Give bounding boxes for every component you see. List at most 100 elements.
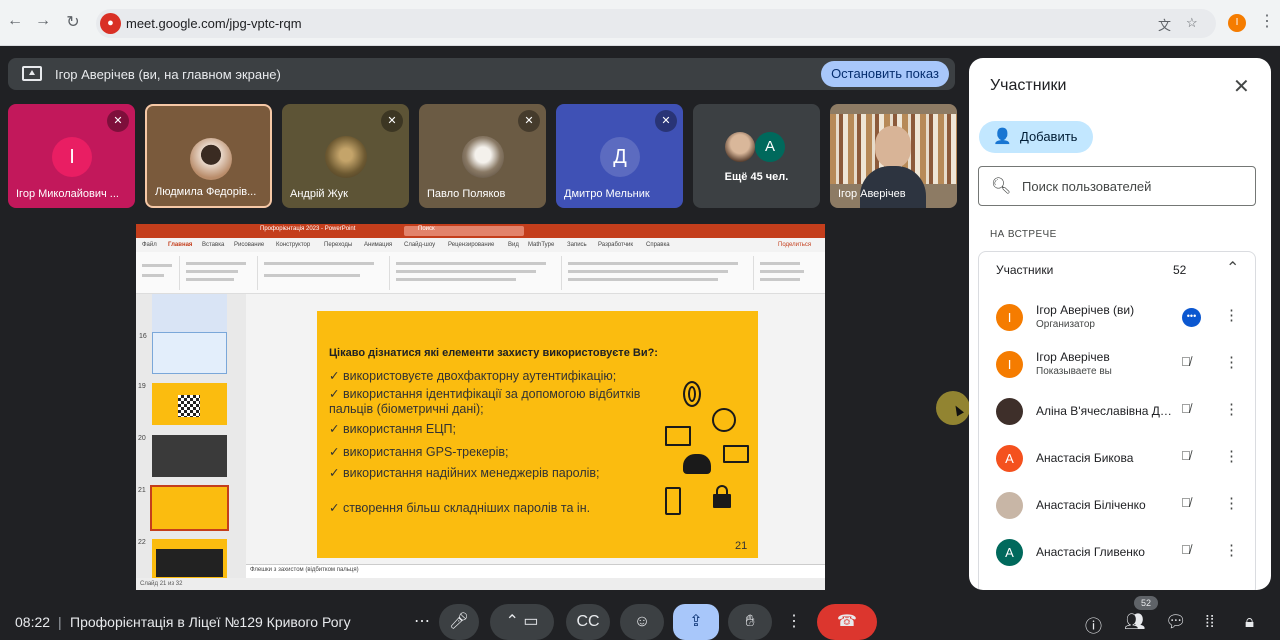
- host-controls-icon[interactable]: 🔒︎: [1245, 612, 1254, 632]
- ppt-tab[interactable]: Файл: [142, 242, 157, 248]
- more-options-icon[interactable]: ⋮: [1224, 400, 1239, 418]
- participant-row[interactable]: Аліна В'ячеславівна Де... 🎙̸ ⋮: [979, 388, 1255, 435]
- mic-off-icon[interactable]: 🎙̸: [1181, 448, 1191, 463]
- mic-off-icon[interactable]: 🎙̸: [1181, 495, 1191, 510]
- participant-tile[interactable]: Людмила Федорів...: [145, 104, 272, 208]
- emoji-icon[interactable]: ☺: [620, 604, 664, 640]
- activities-icon[interactable]: ⁞⁞: [1205, 612, 1214, 632]
- participant-row[interactable]: I Ігор Аверічев Показываете вы 🎙̸ ⋮: [979, 341, 1255, 388]
- slide-page-number: 21: [735, 540, 748, 552]
- site-info-icon[interactable]: ●: [100, 13, 121, 34]
- slide-thumbnail[interactable]: 19: [138, 383, 227, 425]
- participant-row[interactable]: I Ігор Аверічев (ви) Организатор ••• ⋮: [979, 294, 1255, 341]
- participants-badge: 52: [1134, 596, 1158, 610]
- shared-screen: Профорієнтація 2023 - PowerPoint Поиск П…: [136, 224, 825, 590]
- more-options-icon[interactable]: ⋮: [1224, 541, 1239, 559]
- slide-thumbnail[interactable]: 16: [139, 332, 227, 374]
- participant-row[interactable]: Анастасія Біліченко 🎙̸ ⋮: [979, 482, 1255, 529]
- ppt-tab[interactable]: Разработчик: [598, 242, 633, 248]
- participant-role: Показываете вы: [1036, 366, 1112, 377]
- ppt-tab[interactable]: Вставка: [202, 242, 224, 248]
- participant-tile[interactable]: ✕ Андрій Жук: [282, 104, 409, 208]
- ppt-tab[interactable]: Справка: [646, 242, 670, 248]
- ppt-search-box[interactable]: Поиск: [404, 226, 524, 236]
- search-input[interactable]: 🔍︎ Поиск пользователей: [978, 166, 1256, 206]
- avatar: [996, 492, 1023, 519]
- translate-icon[interactable]: 文: [1158, 15, 1171, 34]
- slide-number: 21: [138, 487, 146, 494]
- participant-name: Анастасія Гливенко: [1036, 545, 1145, 559]
- participant-tile[interactable]: I ✕ Ігор Миколайович ...: [8, 104, 135, 208]
- participant-name: Ігор Аверічев: [1036, 350, 1110, 364]
- ppt-tab[interactable]: Анимация: [364, 242, 392, 248]
- add-people-button[interactable]: 👤 Добавить: [979, 121, 1093, 153]
- stop-presenting-button[interactable]: Остановить показ: [821, 61, 949, 87]
- people-icon[interactable]: 👥︎: [1124, 612, 1146, 632]
- add-label: Добавить: [1020, 129, 1078, 144]
- ppt-tab[interactable]: Вид: [508, 242, 519, 248]
- avatar: I: [52, 137, 92, 177]
- more-options-icon[interactable]: ⋮: [1224, 306, 1239, 324]
- address-bar[interactable]: ● meet.google.com/jpg-vptc-rqm 文 ☆: [96, 9, 1216, 38]
- participant-name: Ігор Миколайович ...: [16, 188, 119, 200]
- participant-tile[interactable]: Д ✕ Дмитро Мельник: [556, 104, 683, 208]
- mic-off-icon[interactable]: 🎙̸: [1181, 542, 1191, 557]
- back-icon[interactable]: ←: [4, 12, 26, 30]
- more-options-icon[interactable]: ⋮: [1224, 447, 1239, 465]
- speaker-notes[interactable]: Флешки з захистом (відбитком пальця): [246, 564, 825, 578]
- slide-thumbnail[interactable]: 20: [138, 435, 227, 477]
- add-person-icon: 👤: [993, 128, 1012, 145]
- mic-off-icon[interactable]: 🎙̸: [1181, 401, 1191, 416]
- ppt-tab[interactable]: MathType: [528, 242, 554, 248]
- ppt-tab[interactable]: Слайд-шоу: [404, 242, 435, 248]
- participant-row[interactable]: A Анастасія Гливенко 🎙̸ ⋮: [979, 529, 1255, 576]
- chat-icon[interactable]: 💬︎: [1165, 612, 1187, 632]
- users-icon: [683, 454, 711, 474]
- ppt-tab[interactable]: Запись: [567, 242, 587, 248]
- camera-button[interactable]: ⌃ ▭: [490, 604, 554, 640]
- chevron-up-icon[interactable]: ⌃: [506, 613, 519, 630]
- more-options-icon[interactable]: ⋯: [404, 604, 440, 640]
- close-icon[interactable]: ✕: [1233, 74, 1250, 99]
- mic-off-icon[interactable]: 🎙̸: [1181, 354, 1191, 369]
- present-screen-icon[interactable]: ⇪: [673, 604, 719, 640]
- participant-tile[interactable]: Ігор Аверічев: [830, 104, 957, 208]
- captions-icon[interactable]: CC: [566, 604, 610, 640]
- ppt-share-button[interactable]: Поделиться: [778, 242, 811, 248]
- hang-up-icon[interactable]: ☎: [817, 604, 877, 640]
- avatar: I: [996, 304, 1023, 331]
- microphone-icon[interactable]: 🎤︎: [439, 604, 479, 640]
- bookmark-star-icon[interactable]: ☆: [1186, 15, 1198, 31]
- presenting-text: Ігор Аверічев (ви, на главном экране): [55, 67, 281, 82]
- ribbon-group: [260, 256, 390, 290]
- ppt-tab[interactable]: Конструктор: [276, 242, 310, 248]
- ppt-file-title: Профорієнтація 2023 - PowerPoint: [260, 226, 356, 232]
- participant-row[interactable]: A Анастасія Бикова 🎙̸ ⋮: [979, 435, 1255, 482]
- more-options-icon[interactable]: ⋮: [1224, 353, 1239, 371]
- chevron-up-icon[interactable]: ⌃: [1226, 258, 1239, 278]
- slide-thumbnail-active[interactable]: 21: [138, 485, 229, 531]
- monitor-icon: [665, 426, 691, 446]
- slide-thumbnail[interactable]: 22: [138, 539, 227, 581]
- avatar: [725, 132, 755, 162]
- profile-avatar[interactable]: I: [1228, 14, 1246, 32]
- participant-tile[interactable]: ✕ Павло Поляков: [419, 104, 546, 208]
- browser-menu-icon[interactable]: ⋮: [1259, 11, 1275, 31]
- ppt-tab[interactable]: Главная: [168, 242, 192, 248]
- participants-list: Участники 52 ⌃ I Ігор Аверічев (ви) Органи…: [978, 251, 1256, 590]
- avatar: [996, 398, 1023, 425]
- more-options-icon[interactable]: ⋮: [1224, 494, 1239, 512]
- lock-shackle: [716, 485, 728, 497]
- reload-icon[interactable]: ↻: [62, 12, 84, 32]
- slide-number: 20: [138, 435, 146, 442]
- ppt-tab[interactable]: Рецензирование: [448, 242, 494, 248]
- raise-hand-icon[interactable]: ✋︎: [728, 604, 772, 640]
- more-actions-icon[interactable]: ⋮: [780, 604, 808, 640]
- slide-thumbnail[interactable]: [152, 294, 227, 336]
- forward-icon[interactable]: →: [32, 12, 54, 30]
- ppt-tab[interactable]: Рисование: [234, 242, 264, 248]
- info-icon[interactable]: ⓘ: [1085, 612, 1102, 637]
- ppt-tab[interactable]: Переходы: [324, 242, 352, 248]
- more-participants-tile[interactable]: A Ещё 45 чел.: [693, 104, 820, 208]
- separator: |: [58, 614, 62, 630]
